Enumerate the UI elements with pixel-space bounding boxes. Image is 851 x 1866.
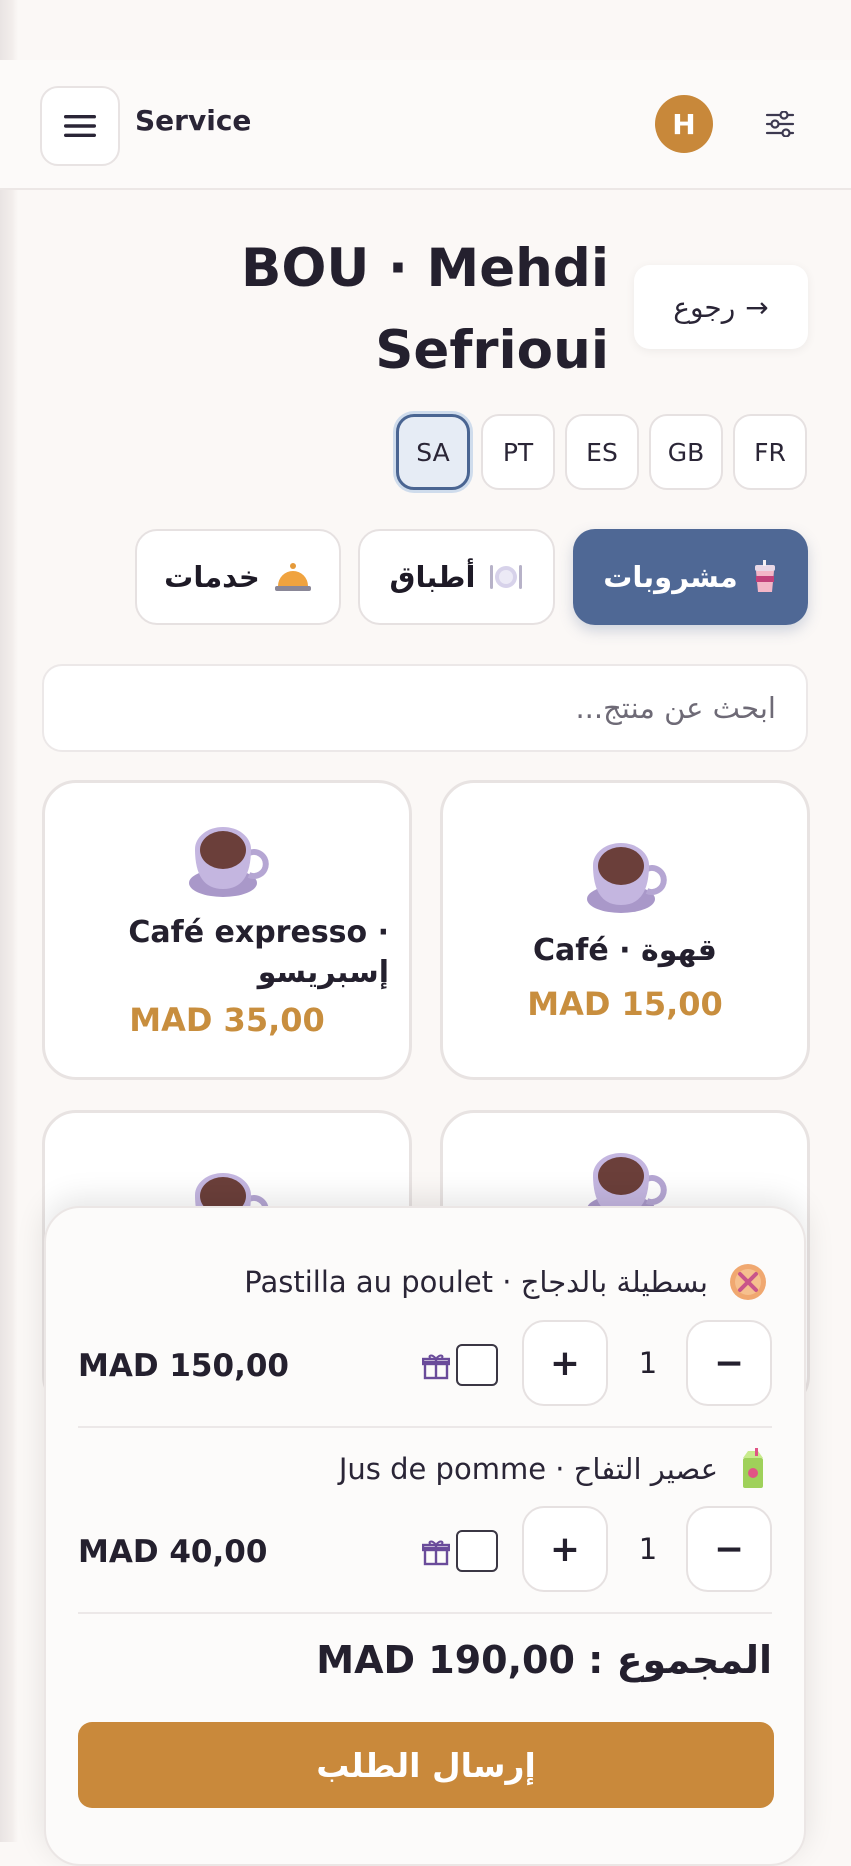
tab-dishes[interactable]: أطباق bbox=[358, 529, 555, 625]
product-card[interactable]: Café · قهوة MAD 15,00 bbox=[440, 780, 810, 1080]
plate-icon bbox=[490, 565, 523, 589]
total-label: المجموع : bbox=[588, 1638, 772, 1682]
avatar[interactable]: H bbox=[655, 95, 713, 153]
product-name: Café expresso · إسبريسو bbox=[65, 913, 389, 993]
sliders-icon bbox=[765, 111, 795, 137]
lang-chip-gb[interactable]: GB bbox=[649, 414, 723, 490]
cart-item-name: Jus de pomme · عصير التفاح bbox=[339, 1448, 768, 1490]
category-label: خدمات bbox=[164, 560, 260, 594]
settings-button[interactable] bbox=[756, 100, 804, 148]
juice-box-icon bbox=[743, 1448, 763, 1488]
quantity-decrease-button[interactable]: − bbox=[686, 1506, 772, 1592]
drink-cup-icon bbox=[754, 560, 775, 592]
gift-checkbox[interactable] bbox=[456, 1344, 498, 1386]
lang-chip-pt[interactable]: PT bbox=[481, 414, 555, 490]
quantity-increase-button[interactable]: + bbox=[522, 1506, 608, 1592]
background-edge bbox=[0, 0, 18, 1842]
divider bbox=[78, 1426, 772, 1428]
cart-item-price: MAD 40,00 bbox=[78, 1534, 268, 1570]
app-title: Service bbox=[135, 104, 252, 137]
total-value: MAD 190,00 bbox=[316, 1638, 575, 1682]
page-title-line2: Sefrioui bbox=[375, 320, 609, 381]
back-button[interactable]: رجوع → bbox=[634, 265, 808, 349]
category-label: أطباق bbox=[389, 560, 476, 594]
product-price: MAD 35,00 bbox=[129, 1001, 325, 1039]
cart-item-name: Pastilla au poulet · بسطيلة بالدجاج bbox=[244, 1262, 768, 1302]
product-price: MAD 15,00 bbox=[527, 985, 723, 1023]
menu-button[interactable] bbox=[40, 86, 120, 166]
coffee-cup-icon bbox=[587, 843, 667, 913]
service-bell-icon bbox=[274, 563, 311, 591]
gift-icon bbox=[422, 1354, 450, 1380]
submit-order-button[interactable]: إرسال الطلب bbox=[78, 1722, 774, 1808]
top-app-bar: Service H bbox=[0, 60, 851, 190]
back-label: رجوع bbox=[673, 290, 736, 324]
coffee-cup-icon bbox=[189, 827, 269, 897]
lang-chip-es[interactable]: ES bbox=[565, 414, 639, 490]
page-title-line1: BOU · Mehdi bbox=[240, 238, 609, 299]
hamburger-icon bbox=[64, 115, 96, 137]
cart-item-price: MAD 150,00 bbox=[78, 1348, 289, 1384]
quantity-value: 1 bbox=[638, 1532, 658, 1566]
product-name-line2: إسبريسو bbox=[257, 955, 389, 990]
lang-chip-sa[interactable]: SA bbox=[396, 414, 470, 490]
page-title: BOU · Mehdi Sefrioui bbox=[89, 228, 609, 392]
cart-item-label: Jus de pomme · عصير التفاح bbox=[338, 1452, 718, 1486]
cart-total: المجموع : MAD 190,00 bbox=[316, 1638, 772, 1682]
tab-services[interactable]: خدمات bbox=[135, 529, 341, 625]
search-input[interactable] bbox=[42, 664, 808, 752]
product-card[interactable]: Café expresso · إسبريسو MAD 35,00 bbox=[42, 780, 412, 1080]
tab-drinks[interactable]: مشروبات bbox=[573, 529, 808, 625]
cart-item-label: Pastilla au poulet · بسطيلة بالدجاج bbox=[244, 1265, 708, 1299]
lang-chip-fr[interactable]: FR bbox=[733, 414, 807, 490]
quantity-decrease-button[interactable]: − bbox=[686, 1320, 772, 1406]
divider bbox=[78, 1612, 772, 1614]
category-label: مشروبات bbox=[603, 560, 738, 594]
quantity-value: 1 bbox=[638, 1346, 658, 1380]
product-name: Café · قهوة bbox=[533, 933, 717, 968]
cart-panel: Pastilla au poulet · بسطيلة بالدجاج MAD … bbox=[44, 1206, 806, 1866]
quantity-increase-button[interactable]: + bbox=[522, 1320, 608, 1406]
gift-checkbox[interactable] bbox=[456, 1530, 498, 1572]
arrow-right-icon: → bbox=[745, 290, 769, 324]
product-name-line1: Café expresso · bbox=[128, 915, 389, 950]
gift-icon bbox=[422, 1540, 450, 1566]
pastilla-icon bbox=[730, 1264, 766, 1300]
